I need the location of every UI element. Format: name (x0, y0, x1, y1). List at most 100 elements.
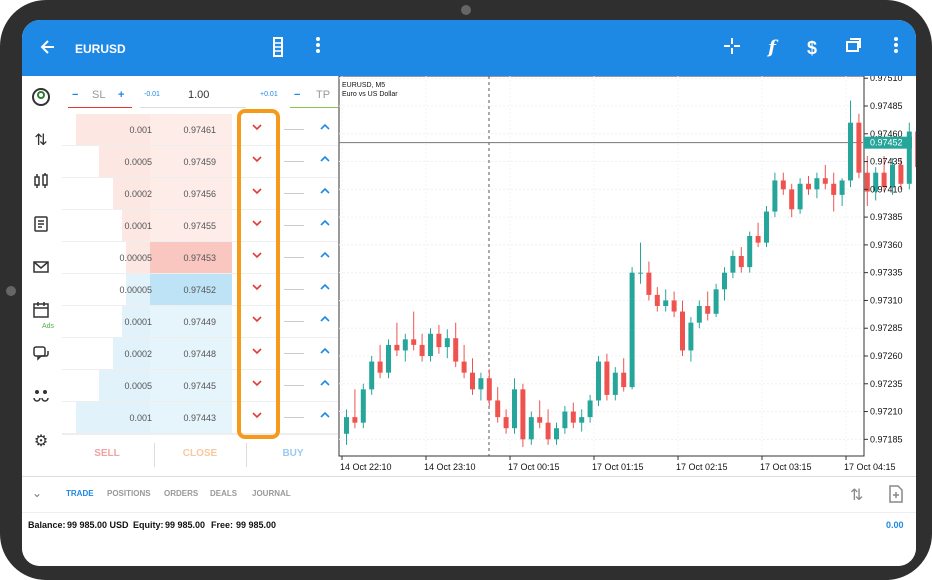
sort-icon[interactable]: ⇅ (850, 485, 863, 505)
tablet-frame: EURUSD f $ ⇅ Ads ⚙ − SL + -0.01 1.00 +0.… (0, 0, 932, 580)
x-tick-label: 14 Oct 22:10 (340, 462, 392, 472)
buy-limit-chevron-icon[interactable] (319, 408, 331, 424)
y-tick-label: 0.97410 (870, 184, 903, 194)
x-tick-label: 17 Oct 00:15 (508, 462, 560, 472)
tab-positions[interactable]: POSITIONS (107, 489, 151, 498)
chart-svg[interactable]: 0.975100.974850.974600.974350.974100.973… (338, 73, 916, 474)
candle (764, 206, 769, 248)
candle-body (344, 417, 349, 434)
buy-limit-chevron-icon[interactable] (319, 248, 331, 264)
sell-button[interactable]: SELL (62, 448, 152, 459)
trade-dollar-icon[interactable]: $ (800, 36, 824, 60)
new-order-icon[interactable] (888, 485, 904, 508)
sl-field[interactable]: − SL + (68, 84, 132, 108)
dom-row[interactable]: 0.001 0.97443 (62, 402, 338, 434)
buy-limit-chevron-icon[interactable] (319, 152, 331, 168)
trade-arrows-icon[interactable]: ⇅ (29, 129, 53, 153)
volume-value[interactable]: 1.00 (188, 89, 209, 101)
volume-field[interactable]: -0.01 1.00 (140, 84, 246, 108)
candle-body (722, 272, 727, 290)
row-volume: 0.0002 (124, 189, 152, 199)
candle-body (587, 400, 593, 418)
candle (386, 339, 391, 379)
chevron-down-icon[interactable]: ⌄ (32, 486, 42, 500)
candle-body (764, 211, 769, 243)
tp-minus-button[interactable]: − (294, 89, 300, 101)
candle-body (738, 256, 744, 268)
candle-body (570, 411, 576, 423)
current-price-label: 0.97452 (870, 138, 903, 148)
volume-decrease-button[interactable]: -0.01 (144, 91, 160, 98)
calendar-icon[interactable] (29, 301, 53, 325)
candle-body (646, 272, 652, 295)
windows-icon[interactable] (842, 36, 866, 60)
buy-button[interactable]: BUY (248, 448, 338, 459)
more-vertical-icon[interactable] (306, 36, 330, 60)
dom-row[interactable]: 0.00005 0.97452 (62, 274, 338, 306)
symbol-title[interactable]: EURUSD (75, 42, 126, 56)
sl-minus-button[interactable]: − (72, 89, 78, 101)
community-icon[interactable] (29, 387, 53, 411)
candle-body (831, 183, 837, 195)
candle-body (612, 372, 618, 395)
tab-deals[interactable]: DEALS (210, 489, 237, 498)
mail-icon[interactable] (29, 258, 53, 282)
dom-row[interactable]: 0.0002 0.97456 (62, 178, 338, 210)
chat-icon[interactable] (29, 344, 53, 368)
row-volume: 0.001 (129, 125, 152, 135)
buy-limit-chevron-icon[interactable] (319, 184, 331, 200)
dom-row[interactable]: 0.00005 0.97453 (62, 242, 338, 274)
candle-body (814, 178, 820, 190)
candle (629, 267, 635, 390)
tab-orders[interactable]: ORDERS (164, 489, 198, 498)
y-tick-label: 0.97310 (870, 295, 903, 305)
row-dash (284, 129, 304, 130)
dom-row[interactable]: 0.0002 0.97448 (62, 338, 338, 370)
candle-body (671, 300, 677, 312)
buy-limit-chevron-icon[interactable] (319, 312, 331, 328)
y-tick-label: 0.97285 (870, 323, 903, 333)
candle-body (806, 183, 811, 190)
row-dash (284, 353, 304, 354)
volume-increase[interactable]: +0.01 (260, 84, 284, 108)
row-price: 0.97452 (183, 285, 216, 295)
quotes-icon[interactable] (29, 86, 53, 110)
buy-limit-chevron-icon[interactable] (319, 120, 331, 136)
buy-limit-chevron-icon[interactable] (319, 280, 331, 296)
tab-journal[interactable]: JOURNAL (252, 489, 291, 498)
indicators-icon[interactable]: f (760, 36, 784, 60)
row-price: 0.97455 (183, 221, 216, 231)
candle (369, 356, 375, 395)
x-tick-label: 17 Oct 03:15 (760, 462, 812, 472)
y-tick-label: 0.97335 (870, 268, 903, 278)
buy-limit-chevron-icon[interactable] (319, 376, 331, 392)
volume-increase-button[interactable]: +0.01 (260, 91, 278, 98)
news-icon[interactable] (29, 215, 53, 239)
arrow-back-icon[interactable] (38, 37, 60, 59)
settings-icon[interactable]: ⚙ (29, 430, 53, 454)
y-tick-label: 0.97260 (870, 351, 903, 361)
dom-row[interactable]: 0.0001 0.97449 (62, 306, 338, 338)
candle-body (654, 294, 660, 306)
crosshair-icon[interactable] (720, 36, 744, 60)
chart-icon[interactable] (29, 172, 53, 196)
price-ladder-icon[interactable] (266, 36, 290, 60)
candle-body (898, 164, 904, 184)
close-button[interactable]: CLOSE (155, 448, 245, 459)
row-price: 0.97443 (183, 413, 216, 423)
dom-row[interactable]: 0.0005 0.97459 (62, 146, 338, 178)
buy-limit-chevron-icon[interactable] (319, 344, 331, 360)
dom-row[interactable]: 0.0005 0.97445 (62, 370, 338, 402)
tab-trade[interactable]: TRADE (66, 489, 94, 498)
candle-body (730, 256, 736, 273)
more-vertical-icon[interactable] (884, 36, 908, 60)
buy-limit-chevron-icon[interactable] (319, 216, 331, 232)
chart-desc-line: Euro vs US Dollar (342, 91, 398, 98)
bottom-tabs: ⌄ TRADE POSITIONS ORDERS DEALS JOURNAL ⇅ (22, 476, 916, 512)
sl-plus-button[interactable]: + (118, 89, 124, 101)
price-chart[interactable]: 0.97510 0.97485 0.97460 0.97435 0.97410 0.973… (338, 73, 916, 474)
candle-body (822, 178, 828, 184)
dom-row[interactable]: 0.001 0.97461 (62, 114, 338, 146)
candle-body (789, 189, 795, 210)
dom-row[interactable]: 0.0001 0.97455 (62, 210, 338, 242)
